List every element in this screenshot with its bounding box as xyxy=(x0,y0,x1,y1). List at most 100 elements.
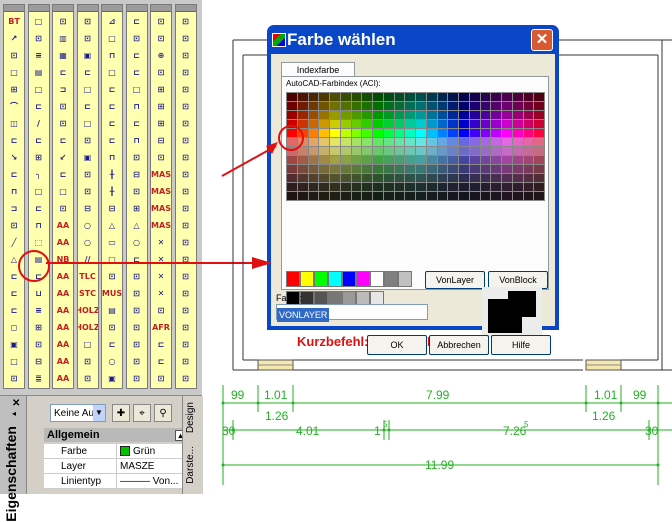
palette-tool-icon[interactable]: ✕ xyxy=(152,269,170,284)
aci-swatch[interactable] xyxy=(480,138,491,146)
palette-tool-icon[interactable]: □ xyxy=(79,116,97,131)
aci-swatch[interactable] xyxy=(459,156,469,164)
palette-tool-icon[interactable]: ⊡ xyxy=(177,269,195,284)
palette-tool-icon[interactable]: ∕∕ xyxy=(79,252,97,267)
aci-swatch[interactable] xyxy=(416,147,426,155)
palette-tool-icon[interactable]: □ xyxy=(103,31,121,46)
palette-tool-icon[interactable]: ⊏ xyxy=(103,133,121,148)
tab-design[interactable]: Design xyxy=(185,402,201,433)
palette-tool-icon[interactable]: AA xyxy=(54,354,72,369)
aci-swatch[interactable] xyxy=(502,111,512,119)
palette-tool-icon[interactable]: AA xyxy=(54,371,72,386)
palette-tool-icon[interactable]: ⊔ xyxy=(30,286,48,301)
aci-swatch[interactable] xyxy=(426,129,437,137)
aci-swatch[interactable] xyxy=(373,93,383,101)
palette-tool-icon[interactable]: ⊞ xyxy=(5,82,23,97)
standard-color-swatch[interactable] xyxy=(286,271,300,287)
aci-swatch[interactable] xyxy=(383,174,394,182)
aci-swatch[interactable] xyxy=(448,93,458,101)
aci-swatch[interactable] xyxy=(340,102,351,110)
aci-swatch[interactable] xyxy=(480,174,491,182)
palette-tool-icon[interactable]: ↙ xyxy=(54,150,72,165)
aci-swatch[interactable] xyxy=(459,174,469,182)
aci-swatch[interactable] xyxy=(340,174,351,182)
aci-swatch[interactable] xyxy=(362,192,372,200)
aci-swatch[interactable] xyxy=(534,138,544,146)
aci-swatch[interactable] xyxy=(394,174,405,182)
aci-swatch[interactable] xyxy=(512,93,523,101)
aci-color-grid[interactable] xyxy=(286,92,545,201)
palette-tool-icon[interactable]: ⊡ xyxy=(177,150,195,165)
palette-tool-icon[interactable]: ⊏ xyxy=(128,48,146,63)
palette-tool-icon[interactable]: NB xyxy=(54,252,72,267)
aci-swatch[interactable] xyxy=(512,138,523,146)
palette-tool-icon[interactable]: ⊏ xyxy=(103,116,121,131)
aci-swatch[interactable] xyxy=(297,120,308,128)
aci-swatch[interactable] xyxy=(340,183,351,191)
palette-tool-icon[interactable]: ⊡ xyxy=(177,235,195,250)
palette-tool-icon[interactable]: ⊐ xyxy=(54,82,72,97)
palette-tool-icon[interactable]: ⊡ xyxy=(177,354,195,369)
aci-swatch[interactable] xyxy=(426,183,437,191)
vonlayer-button[interactable]: VonLayer xyxy=(425,271,485,289)
palette-tool-icon[interactable]: ⊟ xyxy=(128,167,146,182)
palette-tool-icon[interactable]: □ xyxy=(5,65,23,80)
aci-swatch[interactable] xyxy=(373,192,383,200)
aci-swatch[interactable] xyxy=(330,93,340,101)
aci-swatch[interactable] xyxy=(351,183,362,191)
palette-tool-icon[interactable]: ⊏ xyxy=(30,201,48,216)
aci-swatch[interactable] xyxy=(426,174,437,182)
palette-tool-icon[interactable]: ⊓ xyxy=(5,184,23,199)
palette-tool-icon[interactable]: ○ xyxy=(128,235,146,250)
aci-swatch[interactable] xyxy=(351,174,362,182)
aci-swatch[interactable] xyxy=(448,165,458,173)
aci-swatch[interactable] xyxy=(459,147,469,155)
palette-tool-icon[interactable]: ⊏ xyxy=(5,167,23,182)
aci-swatch[interactable] xyxy=(373,129,383,137)
aci-swatch[interactable] xyxy=(405,111,415,119)
aci-swatch[interactable] xyxy=(523,174,534,182)
aci-swatch[interactable] xyxy=(523,138,534,146)
palette-tool-icon[interactable]: ⊏ xyxy=(79,99,97,114)
aci-swatch[interactable] xyxy=(330,120,340,128)
palette-tool-icon[interactable]: AA xyxy=(54,235,72,250)
aci-swatch[interactable] xyxy=(448,129,458,137)
aci-swatch[interactable] xyxy=(469,165,480,173)
aci-swatch[interactable] xyxy=(448,183,458,191)
aci-swatch[interactable] xyxy=(297,165,308,173)
palette-tool-icon[interactable]: ⊏ xyxy=(128,252,146,267)
palette-tool-icon[interactable]: ⊡ xyxy=(177,371,195,386)
aci-swatch[interactable] xyxy=(394,165,405,173)
close-icon[interactable]: ✕ xyxy=(531,29,553,51)
palette-tool-icon[interactable]: ⊡ xyxy=(54,116,72,131)
aci-swatch[interactable] xyxy=(330,183,340,191)
aci-swatch[interactable] xyxy=(297,183,308,191)
aci-swatch[interactable] xyxy=(287,183,297,191)
aci-swatch[interactable] xyxy=(383,165,394,173)
aci-swatch[interactable] xyxy=(297,174,308,182)
aci-swatch[interactable] xyxy=(340,129,351,137)
select-objects-button[interactable]: ⌖ xyxy=(133,404,151,422)
palette-tool-icon[interactable]: AFR xyxy=(152,320,170,335)
palette-tool-icon[interactable]: ⌒ xyxy=(5,99,23,114)
standard-color-swatch[interactable] xyxy=(384,271,398,287)
aci-swatch[interactable] xyxy=(394,192,405,200)
palette-tool-icon[interactable]: ⊡ xyxy=(54,14,72,29)
aci-swatch[interactable] xyxy=(534,156,544,164)
palette-tool-icon[interactable]: HOLZ xyxy=(78,303,98,318)
palette-tool-icon[interactable]: ○ xyxy=(103,354,121,369)
aci-swatch[interactable] xyxy=(426,93,437,101)
help-button[interactable]: Hilfe xyxy=(491,335,551,355)
aci-swatch[interactable] xyxy=(405,174,415,182)
palette-tool-icon[interactable]: ⊡ xyxy=(177,14,195,29)
aci-swatch[interactable] xyxy=(383,156,394,164)
aci-swatch[interactable] xyxy=(448,174,458,182)
chevron-down-icon[interactable]: ▼ xyxy=(93,405,105,421)
property-row[interactable]: Linientyp ——— Von... xyxy=(44,474,189,489)
aci-swatch[interactable] xyxy=(287,111,297,119)
palette-tool-icon[interactable]: ▣ xyxy=(103,371,121,386)
palette-tool-icon[interactable]: ▭ xyxy=(103,235,121,250)
palette-tool-icon[interactable]: ∕ xyxy=(30,116,48,131)
palette-tool-icon[interactable]: MAS xyxy=(151,167,171,182)
palette-tool-icon[interactable]: ⊡ xyxy=(128,354,146,369)
